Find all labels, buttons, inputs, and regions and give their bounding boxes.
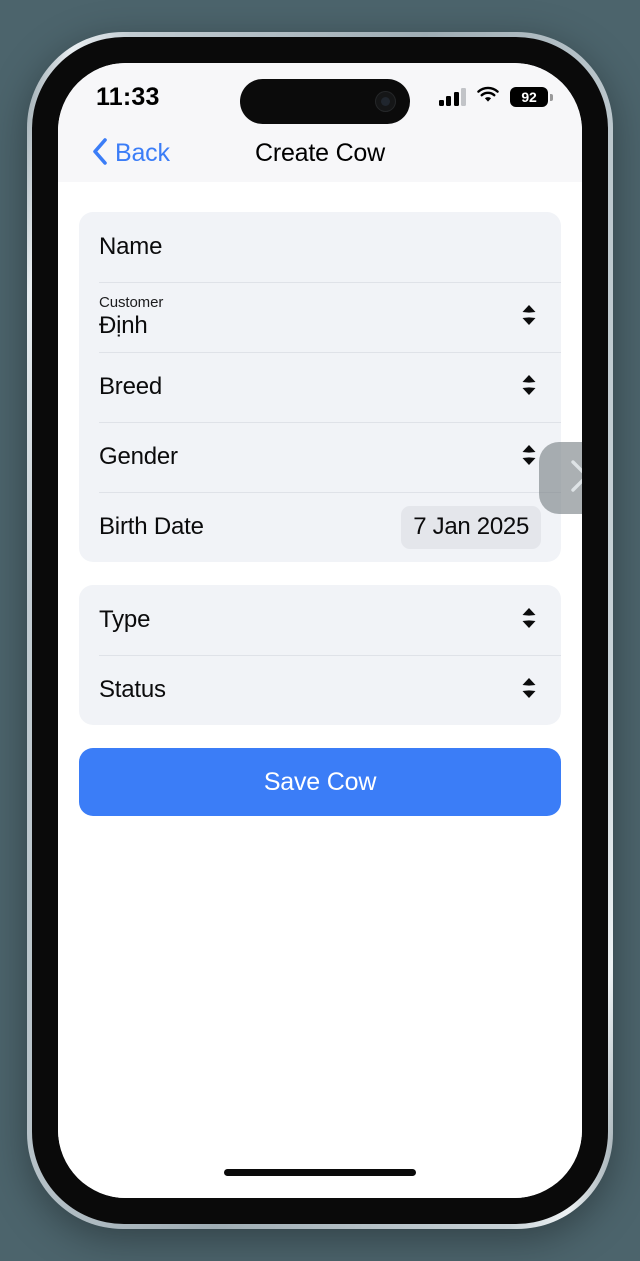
form-content: Name Customer Định Breed Gender Birth Da… (58, 182, 582, 1198)
navigation-bar: Back Create Cow (58, 125, 582, 182)
chevron-right-icon (562, 455, 582, 502)
battery-icon: 92 (510, 87, 553, 107)
chevron-up-down-icon[interactable] (519, 675, 539, 706)
status-label: Status (99, 676, 166, 703)
chevron-up-down-icon[interactable] (519, 442, 539, 473)
back-button-label: Back (115, 139, 170, 167)
chevron-up-down-icon[interactable] (519, 302, 539, 333)
name-input[interactable]: Name (99, 233, 162, 261)
type-label: Type (99, 606, 151, 633)
back-button[interactable]: Back (92, 137, 170, 170)
chevron-up-down-icon[interactable] (519, 372, 539, 403)
customer-label: Customer (99, 294, 164, 312)
battery-level-text: 92 (521, 89, 537, 105)
gender-label: Gender (99, 443, 178, 470)
form-row-birth-date[interactable]: Birth Date 7 Jan 2025 (79, 492, 561, 562)
customer-value: Định (99, 312, 148, 340)
status-bar-indicators: 92 (438, 86, 553, 109)
cellular-signal-icon (438, 88, 466, 106)
form-row-status[interactable]: Status (79, 655, 561, 725)
phone-screen: 11:33 92 Back Create Cow Name Customer Đ… (58, 63, 582, 1198)
form-row-breed[interactable]: Breed (79, 352, 561, 422)
wifi-icon (476, 86, 500, 109)
birth-date-label: Birth Date (99, 513, 204, 540)
front-camera-icon (375, 91, 396, 112)
form-section-classification: Type Status (79, 585, 561, 725)
chevron-up-down-icon[interactable] (519, 605, 539, 636)
chevron-left-icon (92, 137, 108, 170)
phone-bezel: 11:33 92 Back Create Cow Name Customer Đ… (32, 37, 608, 1224)
dynamic-island (240, 79, 410, 124)
save-cow-button[interactable]: Save Cow (79, 748, 561, 816)
form-row-gender[interactable]: Gender (79, 422, 561, 492)
form-section-details: Name Customer Định Breed Gender Birth Da… (79, 212, 561, 562)
breed-label: Breed (99, 373, 163, 400)
form-row-customer[interactable]: Customer Định (79, 282, 561, 352)
overlay-forward-button[interactable] (539, 442, 582, 514)
phone-frame: 11:33 92 Back Create Cow Name Customer Đ… (27, 32, 613, 1229)
status-bar-time: 11:33 (96, 82, 160, 111)
form-row-name[interactable]: Name (79, 212, 561, 282)
home-indicator[interactable] (224, 1169, 416, 1176)
form-row-type[interactable]: Type (79, 585, 561, 655)
customer-value-stack: Customer Định (99, 294, 163, 340)
birth-date-value[interactable]: 7 Jan 2025 (401, 505, 541, 549)
